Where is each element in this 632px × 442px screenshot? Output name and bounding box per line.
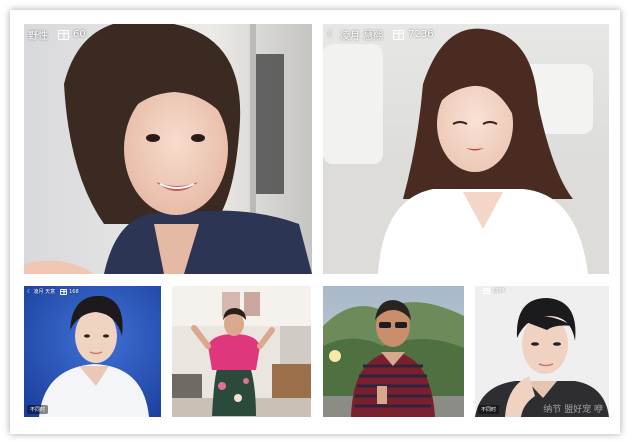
stream-card-3[interactable]: ☾ 凌月 天意 168 不同时 [24,286,161,417]
card-1-info: 野性 60 [28,27,86,42]
stream-card-1[interactable]: 野性 60 [24,24,312,274]
card-3-username: 凌月 天意 [33,289,56,295]
card-6-info: 1334 [478,288,505,294]
photo-grid-frame: 野性 60 ☾ 凌月 慧熙 7236 · ☾ 凌月 天意 168 不同时 133… [10,10,620,434]
gift-icon [393,29,405,40]
stream-card-5[interactable] [323,286,464,417]
card-2-photo [323,24,609,274]
gift-icon [60,288,68,295]
gift-icon [58,29,69,40]
card-1-viewer-count: 60 [73,29,86,40]
card-6-photo [475,286,609,417]
moon-icon: ☾ [27,288,32,295]
card-2-info: ☾ 凌月 慧熙 7236 [327,27,434,42]
card-6-status-badge: 不同时 [478,405,500,414]
card-1-photo [24,24,312,274]
card-6-viewer-count: 1334 [492,288,505,294]
card-3-photo [24,286,161,417]
card-2-viewer-count: 7236 [408,29,434,40]
moon-icon: ☾ [327,29,336,40]
stream-card-4[interactable] [172,286,311,417]
gift-icon [483,288,490,294]
stream-card-2[interactable]: ☾ 凌月 慧熙 7236 · [323,24,609,274]
card-2-watermark: · [600,262,603,272]
card-3-viewer-count: 168 [69,288,79,295]
card-4-photo [172,286,311,417]
card-1-username: 野性 [28,31,48,42]
card-3-status-badge: 不同时 [27,405,49,414]
stream-card-6[interactable]: 1334 不同时 纳节 盟好宠 咿 [475,286,609,417]
card-2-username: 凌月 慧熙 [339,31,384,42]
card-3-info: ☾ 凌月 天意 168 [27,288,79,295]
card-6-watermark: 纳节 盟好宠 咿 [543,405,603,415]
card-5-photo [323,286,464,417]
